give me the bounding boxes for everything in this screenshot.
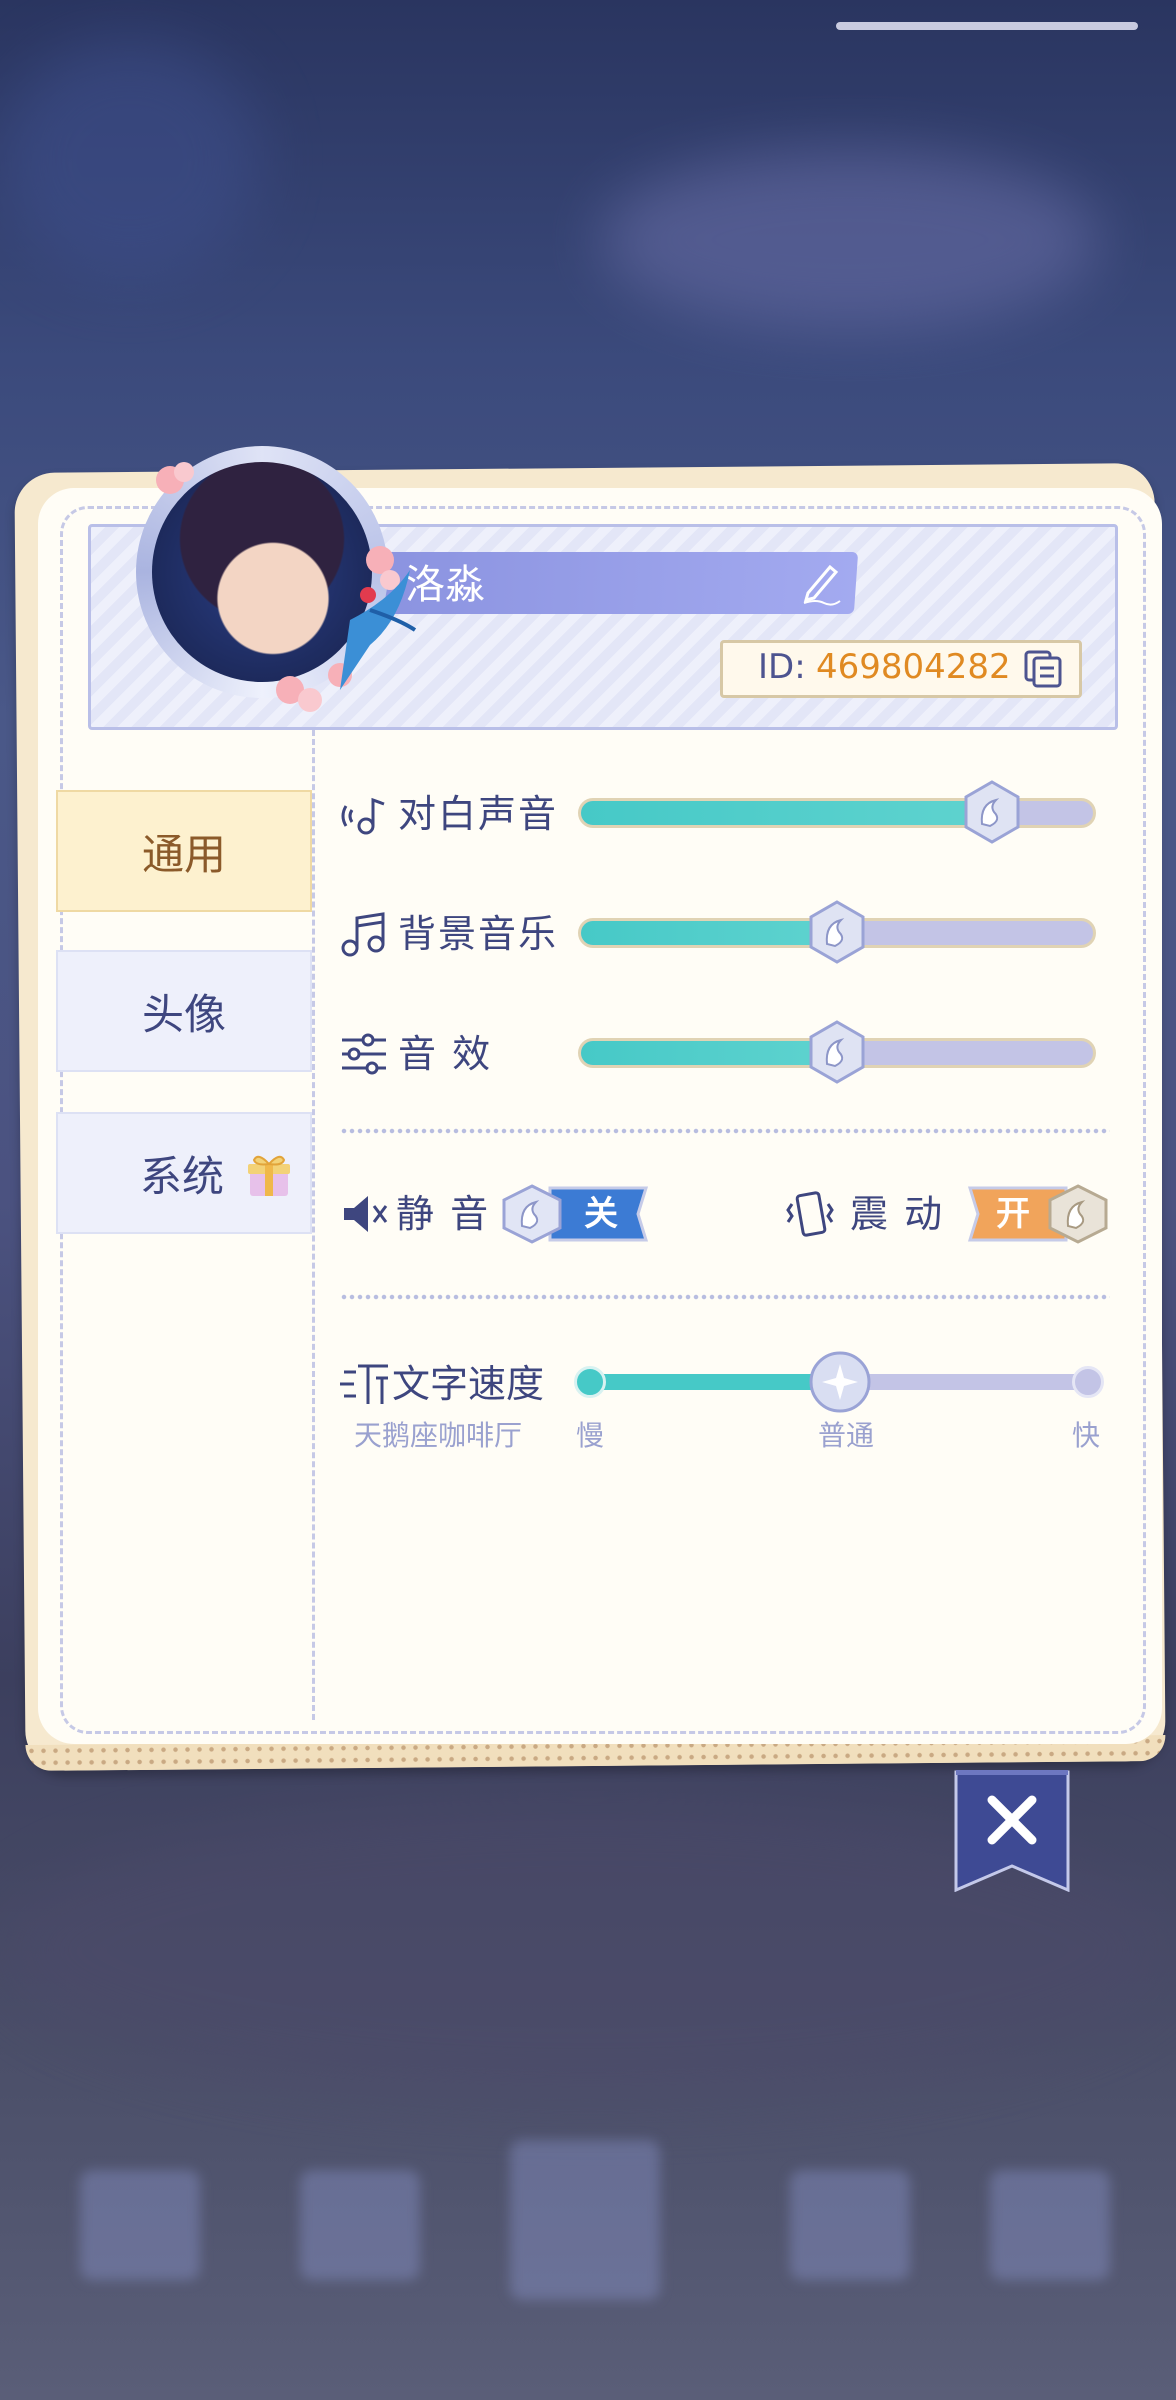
vibrate-phone-icon [786,1191,834,1237]
tab-avatar[interactable]: 头像 [56,950,312,1072]
id-value: 469804282 [816,647,1011,687]
gift-icon [248,1155,290,1196]
background-blur [80,2170,200,2280]
bgm-volume-fill [581,921,837,945]
background-blur [790,2170,910,2280]
mute-state: 关 [584,1194,618,1234]
speed-slow-label: 慢 [576,1419,605,1452]
section-divider [340,1128,1110,1134]
sidebar-divider [312,730,315,1720]
mute-label: 静 音 [396,1192,491,1236]
music-note-icon [341,912,385,957]
sfx-volume-thumb[interactable] [805,1020,869,1084]
speed-fast-label: 快 [1072,1419,1101,1452]
dialogue-sound-icon [341,797,385,835]
text-speed-fill [580,1374,840,1390]
text-speed-max-dot [1072,1366,1104,1398]
vibrate-label: 震 动 [850,1192,945,1236]
status-bar-handle [836,22,1138,30]
tab-general[interactable]: 通用 [56,790,312,912]
vibrate-state: 开 [996,1194,1030,1234]
dialogue-volume-thumb[interactable] [960,780,1024,844]
close-button[interactable] [952,1770,1072,1892]
background-blur [990,2170,1110,2280]
tab-system-label: 系统 [140,1151,225,1201]
sfx-volume-fill [581,1041,837,1065]
bgm-label: 背景音乐 [398,912,559,956]
background-blur [510,2140,660,2300]
section-divider [340,1294,1110,1300]
mute-toggle[interactable] [500,1184,650,1244]
bgm-volume-thumb[interactable] [805,900,869,964]
text-speed-min-dot [574,1366,606,1398]
dialogue-sound-label: 对白声音 [398,792,559,836]
equalizer-icon [342,1033,386,1075]
id-label: ID: [758,647,806,687]
text-speed-label: 文字速度 [392,1362,545,1406]
edit-name-icon[interactable] [796,557,846,607]
tab-avatar-label: 头像 [141,989,226,1039]
copy-id-icon[interactable] [1022,648,1064,688]
text-speed-thumb[interactable] [808,1350,872,1414]
background-blur [600,150,1100,330]
avatar-flower-decoration [156,462,417,712]
speaker-muted-icon [344,1196,388,1232]
background-blur [0,40,260,280]
vibrate-toggle[interactable] [966,1184,1116,1244]
background-blur [300,2170,420,2280]
text-speed-icon [340,1364,388,1404]
watermark-text: 天鹅座咖啡厅 [354,1419,523,1452]
speed-normal-label: 普通 [818,1419,875,1452]
sfx-label: 音 效 [398,1032,493,1076]
dialogue-volume-fill [581,801,991,825]
tab-general-label: 通用 [141,829,226,879]
